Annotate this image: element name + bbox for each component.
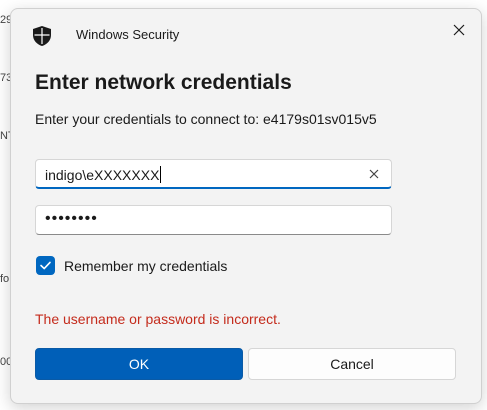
shield-icon bbox=[33, 26, 51, 46]
error-message: The username or password is incorrect. bbox=[35, 311, 281, 327]
ok-button[interactable]: OK bbox=[35, 348, 243, 380]
remember-label[interactable]: Remember my credentials bbox=[64, 258, 227, 274]
close-icon bbox=[453, 24, 465, 36]
password-value: •••••••• bbox=[45, 210, 98, 227]
username-value-wrap: indigo\eXXXXXXX bbox=[45, 166, 162, 183]
credentials-dialog: Windows Security Enter network credentia… bbox=[10, 8, 482, 404]
text-caret bbox=[160, 166, 162, 183]
username-value: indigo\eXXXXXXX bbox=[45, 167, 160, 183]
checkmark-icon bbox=[40, 261, 51, 270]
remember-checkbox[interactable] bbox=[36, 256, 55, 275]
app-title: Windows Security bbox=[76, 27, 180, 42]
clear-icon[interactable] bbox=[367, 167, 381, 181]
password-field[interactable]: •••••••• bbox=[35, 205, 392, 235]
username-field[interactable]: indigo\eXXXXXXX bbox=[35, 159, 392, 189]
cancel-button[interactable]: Cancel bbox=[248, 348, 456, 380]
close-button[interactable] bbox=[446, 17, 472, 43]
dialog-subtext: Enter your credentials to connect to: e4… bbox=[35, 111, 377, 127]
dialog-heading: Enter network credentials bbox=[35, 71, 292, 94]
title-bar: Windows Security bbox=[11, 9, 481, 59]
background-text-fragment: fo bbox=[0, 273, 10, 285]
